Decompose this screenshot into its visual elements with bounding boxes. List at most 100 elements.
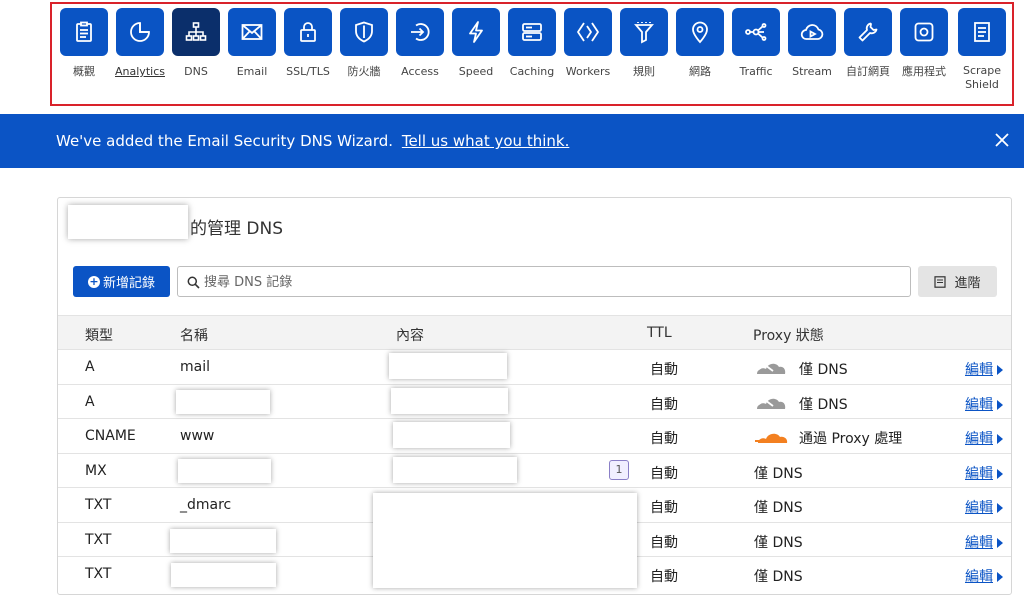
redacted-content	[393, 422, 510, 448]
clipboard-icon	[60, 8, 108, 56]
nav-item-dns[interactable]: DNS	[168, 8, 224, 79]
dns-records-panel: 的管理 DNS + 新增記錄 進階 類型 名稱 內容 TTL Proxy 狀態 …	[57, 197, 1012, 595]
nav-item-scrape-shield[interactable]: Scrape Shield	[952, 8, 1012, 92]
nav-item-ssl-tls[interactable]: SSL/TLS	[280, 8, 336, 79]
edit-link[interactable]: 編輯	[965, 394, 1003, 414]
nav-label: Caching	[509, 65, 555, 78]
redacted-content	[391, 387, 508, 414]
search-input[interactable]	[204, 272, 894, 292]
edit-label: 編輯	[965, 500, 993, 516]
nav-label: 應用程式	[902, 65, 946, 78]
edit-link[interactable]: 編輯	[965, 359, 1003, 379]
top-navigation: 概觀 Analytics DNS Email SSL/TLS 防火牆 Acces…	[0, 0, 1024, 114]
table-row[interactable]: CNAME www 自動 通過 Proxy 處理 編輯	[58, 419, 1011, 454]
caret-right-icon	[997, 468, 1003, 479]
record-name: _dmarc	[180, 497, 232, 513]
feedback-link[interactable]: Tell us what you think.	[402, 132, 570, 150]
nav-item-apps[interactable]: 應用程式	[896, 8, 952, 79]
edit-label: 編輯	[965, 534, 993, 551]
table-row[interactable]: A 自動 僅 DNS 編輯	[58, 385, 1011, 419]
column-header-content: 內容	[396, 328, 424, 344]
edit-link[interactable]: 編輯	[965, 497, 1003, 517]
redacted-content	[389, 353, 507, 379]
proxy-status: 僅 DNS	[799, 362, 848, 378]
edit-link[interactable]: 編輯	[965, 532, 1003, 552]
edit-link[interactable]: 編輯	[965, 428, 1003, 448]
record-type: TXT	[85, 566, 112, 582]
table-row[interactable]: MX 1 自動 僅 DNS 編輯	[58, 454, 1011, 488]
plus-icon: +	[87, 274, 100, 288]
location-pin-icon	[676, 8, 724, 56]
caret-right-icon	[997, 434, 1003, 444]
record-type: MX	[85, 462, 107, 479]
lock-icon	[284, 8, 332, 56]
edit-link[interactable]: 編輯	[965, 566, 1003, 586]
edit-label: 編輯	[965, 396, 993, 413]
redacted-name	[176, 389, 270, 414]
document-icon	[934, 275, 947, 288]
wrench-icon	[844, 8, 892, 56]
record-name: www	[180, 428, 215, 444]
table-header: 類型 名稱 內容 TTL Proxy 狀態	[58, 315, 1011, 350]
proxy-status: 僅 DNS	[799, 396, 848, 413]
nav-item-access[interactable]: Access	[392, 8, 448, 79]
pie-chart-icon	[116, 8, 164, 56]
nav-item-stream[interactable]: Stream	[784, 8, 840, 79]
nav-item-custom-pages[interactable]: 自訂網頁	[840, 8, 896, 79]
nav-item-firewall[interactable]: 防火牆	[336, 8, 392, 79]
column-header-name: 名稱	[180, 328, 208, 344]
app-icon	[900, 8, 948, 56]
nav-item-overview[interactable]: 概觀	[56, 8, 112, 79]
edit-label: 編輯	[965, 362, 993, 378]
redacted-name	[170, 528, 276, 553]
access-arrow-icon	[396, 8, 444, 56]
nav-item-traffic[interactable]: Traffic	[728, 8, 784, 79]
column-header-type: 類型	[85, 328, 113, 344]
cloud-icon	[755, 363, 786, 374]
close-icon[interactable]	[992, 130, 1012, 150]
nav-label: 規則	[633, 65, 655, 78]
proxy-status: 僅 DNS	[754, 500, 803, 516]
redacted-txt-content	[373, 493, 637, 588]
cloud-play-icon	[788, 8, 836, 56]
nav-label: 概觀	[73, 65, 95, 78]
banner-message: We've added the Email Security DNS Wizar…	[56, 132, 569, 150]
nav-label: 網路	[689, 65, 711, 78]
record-ttl: 自動	[650, 569, 678, 585]
edit-label: 編輯	[965, 465, 993, 482]
announcement-banner: We've added the Email Security DNS Wizar…	[0, 114, 1024, 168]
nav-label: Email	[236, 65, 268, 78]
redacted-domain	[68, 205, 188, 239]
proxy-status: 僅 DNS	[754, 534, 803, 551]
nav-item-speed[interactable]: Speed	[448, 8, 504, 79]
nav-label: DNS	[184, 65, 208, 78]
nav-item-email[interactable]: Email	[224, 8, 280, 79]
nav-item-rules[interactable]: 規則	[616, 8, 672, 79]
proxy-status: 僅 DNS	[754, 569, 803, 585]
advanced-button[interactable]: 進階	[918, 266, 997, 297]
shield-icon	[340, 8, 388, 56]
nav-item-analytics[interactable]: Analytics	[112, 8, 168, 79]
column-header-proxy: Proxy 狀態	[753, 328, 824, 344]
caret-right-icon	[997, 365, 1003, 375]
record-type: A	[85, 393, 95, 410]
server-icon	[508, 8, 556, 56]
advanced-label: 進階	[954, 276, 981, 291]
proxied-cloud-icon	[755, 433, 788, 443]
nav-label: 防火牆	[347, 65, 381, 78]
search-box[interactable]	[177, 266, 911, 297]
nav-item-caching[interactable]: Caching	[504, 8, 560, 79]
nav-label: Stream	[792, 65, 832, 78]
add-record-button[interactable]: + 新增記錄	[73, 266, 170, 297]
record-ttl: 自動	[650, 465, 678, 482]
record-ttl: 自動	[650, 431, 678, 447]
proxy-status: 通過 Proxy 處理	[799, 431, 903, 447]
nav-item-workers[interactable]: Workers	[560, 8, 616, 79]
traffic-split-icon	[732, 8, 780, 56]
column-header-ttl: TTL	[647, 325, 672, 341]
edit-link[interactable]: 編輯	[965, 463, 1003, 483]
envelope-icon	[228, 8, 276, 56]
record-ttl: 自動	[650, 362, 678, 378]
table-row[interactable]: A mail 自動 僅 DNS 編輯	[58, 350, 1011, 385]
nav-item-network[interactable]: 網路	[672, 8, 728, 79]
